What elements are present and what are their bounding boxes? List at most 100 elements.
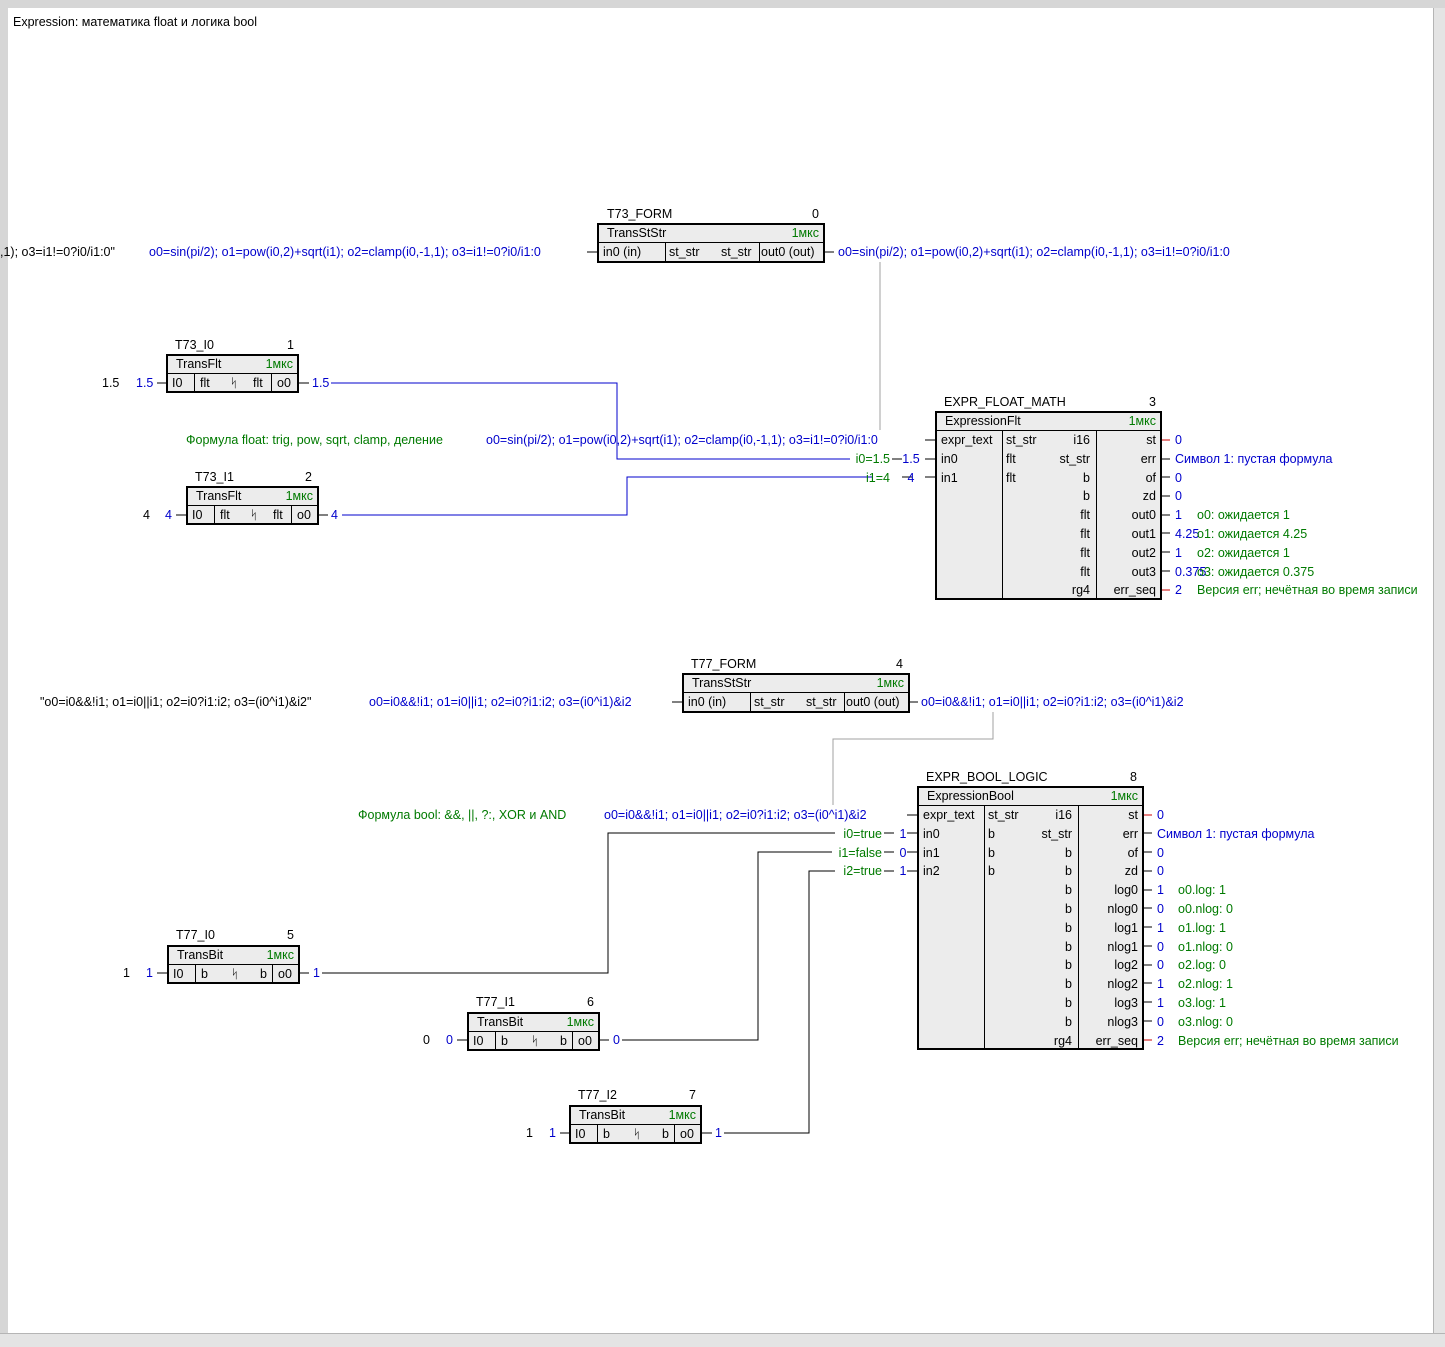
output-value: 0 [1175,489,1182,504]
conversion-icon: ᛋ [531,1034,539,1048]
block-t77-i2[interactable]: TransBit 1мкс I0 b ᛋ b o0 [569,1105,702,1144]
block-t77-form[interactable]: TransStStr 1мкс in0 (in) st_str st_str o… [682,673,910,713]
port-in[interactable]: I0 [173,965,183,984]
port-out-err_seq[interactable]: err_seq [1096,1032,1138,1051]
block-cycle: 1мкс [285,489,313,503]
block-t73-form[interactable]: TransStStr 1мкс in0 (in) st_str st_str o… [597,223,825,263]
input-value: 0 [446,1033,453,1047]
port-out-nlog1[interactable]: nlog1 [1107,938,1138,957]
port-in-expr_text[interactable]: expr_text [941,431,992,450]
port-out-log2[interactable]: log2 [1114,956,1138,975]
port-in-in1[interactable]: in1 [941,469,958,488]
output-type-label: b [1065,977,1072,992]
block-expr-bool-logic[interactable]: ExpressionBool 1мкс expr_text st_str i16 st… [917,786,1144,1050]
port-in-in0[interactable]: in0 [941,450,958,469]
port-out-log3[interactable]: log3 [1114,994,1138,1013]
port-out-nlog0[interactable]: nlog0 [1107,900,1138,919]
port-in[interactable]: I0 [575,1125,585,1144]
output-value: 1 [1175,545,1182,560]
block-name: T77_FORM [691,657,757,671]
port-in[interactable]: I0 [172,374,182,393]
type-label: b [501,1034,508,1048]
port-in0[interactable]: in0 (in) [688,693,726,712]
block-t73-i0[interactable]: TransFlt 1мкс I0 flt ᛋ flt o0 [166,354,299,393]
port-out-err[interactable]: err [1123,825,1138,844]
port-out[interactable]: o0 [680,1125,694,1144]
output-value: Символ 1: пустая формула [1175,451,1333,466]
output-type-label: flt [1080,545,1090,560]
port-out[interactable]: o0 [578,1032,592,1051]
type-label: flt [200,376,210,390]
input-value: 1 [899,826,907,841]
block-type: ExpressionFlt [945,414,1021,428]
page-title: Expression: математика float и логика bo… [13,15,258,29]
port-out-st[interactable]: st [1128,806,1138,825]
port-in[interactable]: I0 [192,506,202,525]
output-value: 0 [613,1033,620,1047]
block-comment: Формула float: trig, pow, sqrt, clamp, д… [186,433,443,447]
block-t73-i1[interactable]: TransFlt 1мкс I0 flt ᛋ flt o0 [186,486,319,525]
wire-t77-i2 [724,870,835,1134]
port-out-err[interactable]: err [1141,450,1156,469]
output-type-label: b [1065,958,1072,973]
port-out-out1[interactable]: out1 [1132,525,1156,544]
port-out-nlog3[interactable]: nlog3 [1107,1013,1138,1032]
output-value: 1.5 [312,376,330,390]
port-out-log1[interactable]: log1 [1114,919,1138,938]
port-out-log0[interactable]: log0 [1114,881,1138,900]
block-row: b nlog2 [919,975,1142,994]
output-type-label: b [1083,470,1090,485]
port-in-expr_text[interactable]: expr_text [923,806,974,825]
port-in-in1[interactable]: in1 [923,844,940,863]
block-t77-i0[interactable]: TransBit 1мкс I0 b ᛋ b o0 [167,945,300,984]
port-out0[interactable]: out0 (out) [846,693,900,712]
port-in-in0[interactable]: in0 [923,825,940,844]
block-row: rg4 err_seq [919,1032,1142,1051]
block-expr-float-math[interactable]: ExpressionFlt 1мкс expr_text st_str i16 st i… [935,411,1162,600]
output-type-label: flt [1080,527,1090,541]
port-out[interactable]: o0 [297,506,311,525]
output-note: o1.nlog: 0 [1178,939,1233,954]
port-out-of[interactable]: of [1128,844,1138,863]
port-in-in2[interactable]: in2 [923,862,940,881]
output-value: 0 [1157,939,1164,954]
port-out-st[interactable]: st [1146,431,1156,450]
block-row: b log1 [919,919,1142,938]
output-type-label: rg4 [1053,1033,1072,1048]
port-out-of[interactable]: of [1146,469,1156,488]
block-t77-i1[interactable]: TransBit 1мкс I0 b ᛋ b o0 [467,1012,600,1051]
port-out-out3[interactable]: out3 [1132,563,1156,582]
output-type-label: i16 [1055,808,1072,822]
block-row: flt out3 [937,563,1160,582]
port-out-nlog2[interactable]: nlog2 [1107,975,1138,994]
port-out-zd[interactable]: zd [1125,862,1138,881]
port-out-zd[interactable]: zd [1143,487,1156,506]
output-value: 0 [1175,470,1182,485]
block-type: TransBit [579,1108,626,1122]
output-note: o2.nlog: 1 [1178,977,1233,992]
input-label: i0=1.5 [855,451,890,466]
block-row: b nlog3 [919,1013,1142,1032]
block-number: 0 [812,207,819,221]
output-note: o1.log: 1 [1178,920,1226,935]
port-out-err_seq[interactable]: err_seq [1114,581,1156,600]
output-value: 2 [1175,583,1182,598]
input-value: 1.5 [902,451,920,466]
block-cycle: 1мкс [1110,789,1138,803]
output-type-label: b [1065,864,1072,879]
port-in[interactable]: I0 [473,1032,483,1051]
port-out0[interactable]: out0 (out) [761,243,815,262]
input-type-label: flt [1006,451,1016,466]
input-type-label: st_str [988,808,1019,822]
port-out[interactable]: o0 [278,965,292,984]
output-type-label: rg4 [1071,583,1090,598]
block-row: in2 b b zd [919,862,1142,881]
output-type-label: st_str [1059,451,1090,466]
input-type-label: b [988,864,995,879]
port-out-out2[interactable]: out2 [1132,544,1156,563]
port-in0[interactable]: in0 (in) [603,243,641,262]
port-out-out0[interactable]: out0 [1132,506,1156,525]
port-out[interactable]: o0 [277,374,291,393]
type-label: st_str [806,695,837,709]
output-note: o3.nlog: 0 [1178,1014,1233,1029]
